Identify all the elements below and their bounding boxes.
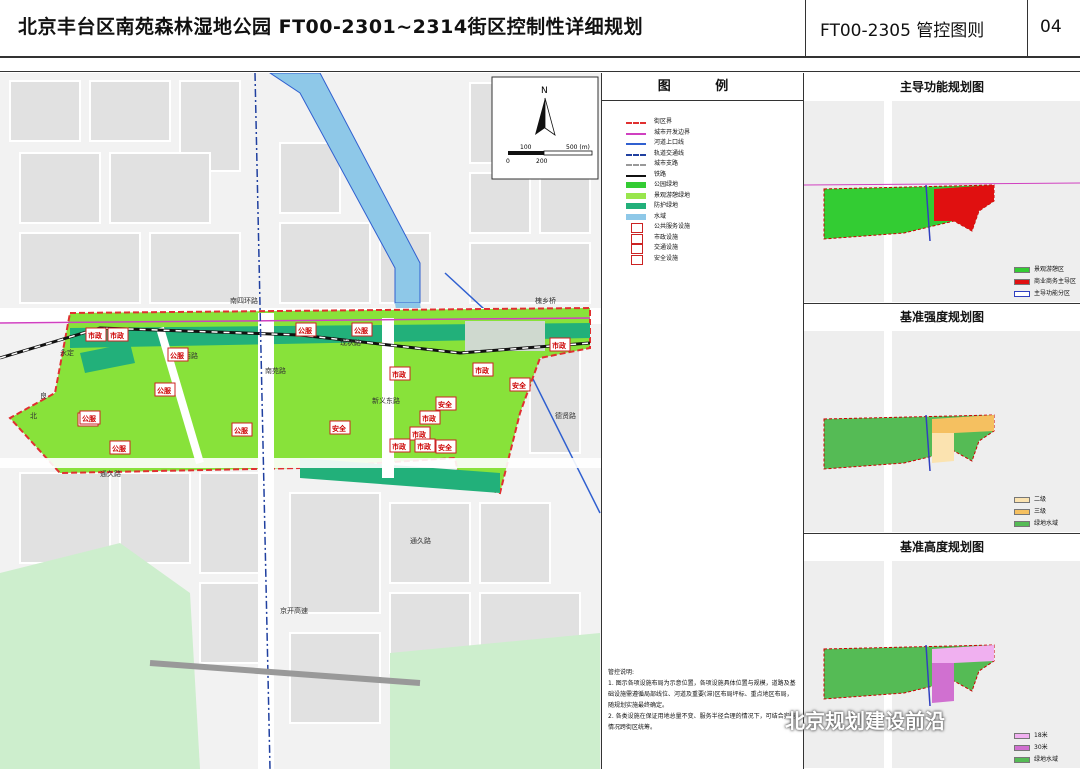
facility-label: 安全: [438, 443, 453, 452]
panel-title-intensity: 基准强度规划图: [804, 303, 1080, 332]
road-label-north: 北: [30, 412, 37, 420]
legend-label: 防护绿地: [654, 202, 679, 209]
scale-label-0: 0: [506, 158, 510, 165]
panel-intensity: 基准强度规划图 二级 三级 绿地水域: [804, 303, 1080, 534]
legend-label: 公共服务设施: [654, 223, 691, 230]
road-label-xinyi-east: 新义东路: [372, 396, 400, 405]
scale-label-500: 500 (m): [566, 144, 590, 151]
facility-label: 安全: [438, 400, 453, 409]
legend-label: 城市开发边界: [654, 128, 691, 136]
main-map[interactable]: N 100 500 (m) 0 200 南四环路 槐乡桥 现状路 通久路 通久路…: [0, 73, 602, 769]
legend-label: 交通设施: [654, 244, 679, 251]
notes-title: 管控说明:: [608, 669, 635, 676]
road-label-jingkai: 京开高速: [280, 606, 308, 615]
facility-label: 市政: [88, 331, 103, 340]
panel-map-main-function[interactable]: 景观游憩区 商业商务主导区 主导功能分区: [803, 101, 1080, 302]
header-sub-band: [0, 60, 1080, 72]
facility-label: 安全: [512, 381, 527, 390]
legend-swatch: [626, 213, 646, 220]
sheet-title: FT00-2305 管控图则: [820, 21, 985, 41]
road-label-linfeng: 现状路: [340, 338, 361, 347]
legend-panel: 图 例 街区界城市开发边界 河道上口线轨道交通线城市支路铁路公园绿地景观游憩绿地防…: [602, 73, 804, 769]
southeast-park-area: [390, 633, 600, 769]
legend-swatch: [626, 143, 646, 145]
road-label-tongjiu: 通久路: [410, 536, 431, 545]
road-label-bridge: 槐乡桥: [535, 296, 556, 305]
panel-title-height: 基准高度规划图: [804, 533, 1080, 562]
facility-label: 市政: [412, 430, 427, 439]
page-title: 北京丰台区南苑森林湿地公园 FT00-2301~2314街区控制性详细规划: [18, 16, 644, 38]
legend-heading: 图 例: [602, 73, 804, 101]
panel-title-main-function: 主导功能规划图: [804, 73, 1080, 102]
facility-label: 市政: [392, 442, 407, 451]
facility-label: 公服: [112, 444, 127, 453]
legend-label: 水域: [654, 212, 667, 220]
facility-label: 公服: [157, 386, 172, 395]
road-label-nanyuan: 南苑路: [265, 366, 286, 375]
tongjiu-road: [0, 458, 601, 468]
legend-label: 公园绿地: [654, 181, 679, 188]
watermark: 北京规划建设前沿: [785, 709, 945, 733]
facility-label: 公服: [170, 351, 185, 360]
road-label-tongjiu-west: 通久路: [100, 469, 121, 478]
facility-label: 市政: [422, 414, 437, 423]
legend-swatch: [631, 223, 643, 233]
legend-swatch: [626, 132, 646, 135]
legend-label: 安全设施: [654, 254, 679, 262]
legend-label: 市政设施: [654, 233, 679, 241]
facility-label: 公服: [354, 326, 369, 335]
scale-bar-black: [508, 151, 544, 155]
legend-label: 铁路: [654, 170, 667, 178]
legend-swatch: [626, 153, 646, 156]
legend-label: 轨道交通线: [654, 149, 685, 157]
panel-map-height[interactable]: 18米 30米 绿地水域: [804, 561, 1080, 768]
facility-label: 安全: [332, 424, 347, 433]
road-label-liang: 良: [40, 391, 47, 400]
road-label-dexian: 德贤路: [555, 411, 576, 420]
panel-map-intensity[interactable]: 二级 三级 绿地水域: [804, 331, 1080, 532]
facility-label: 公服: [82, 414, 97, 423]
page-number: 04: [1040, 17, 1062, 37]
legend-swatch: [631, 254, 643, 265]
notes-item-2: 2. 各类设施在保证用地总量不变、服务半径合理的情况下，可结合实施情况跨街区统筹…: [608, 713, 796, 731]
facility-label: 市政: [110, 331, 125, 340]
panel-main-function: 主导功能规划图 景观游憩区 商业商务主导区 主导功能分区: [803, 73, 1080, 304]
nanyuan-road: [258, 313, 274, 769]
facility-label: 市政: [552, 341, 567, 350]
road-label-yongding: 永定: [60, 348, 74, 357]
north-label: N: [541, 86, 548, 96]
legend-swatch: [626, 192, 646, 199]
legend-swatch: [626, 122, 646, 124]
road-label-south-ring: 南四环路: [230, 296, 258, 305]
notes-item-1: 1. 图示各项设施布局为示意位置，各项设施具体位置与规模，道路及基础设施需遵循局…: [608, 680, 796, 709]
legend-label: 景观游憩绿地: [654, 191, 691, 199]
facility-label: 公服: [234, 426, 249, 435]
legend-label: 城市支路: [654, 160, 679, 167]
legend-swatch: [626, 203, 646, 209]
legend-label: 街区界: [654, 118, 673, 125]
legend-swatch: [626, 174, 646, 177]
facility-label: 公服: [298, 326, 313, 335]
main-map-canvas[interactable]: N 100 500 (m) 0 200 南四环路 槐乡桥 现状路 通久路 通久路…: [0, 73, 602, 769]
legend-swatch: [631, 233, 643, 244]
legend-swatch: [631, 244, 643, 254]
facility-label: 市政: [417, 442, 432, 451]
legend-swatch: [626, 182, 646, 188]
scale-label-200: 200: [536, 158, 548, 165]
scale-bar-white: [543, 150, 593, 156]
facility-label: 市政: [392, 370, 407, 379]
legend-swatch: [626, 164, 646, 166]
facility-label: 市政: [475, 366, 490, 375]
scale-label-100: 100: [520, 144, 532, 151]
legend-label: 河道上口线: [654, 139, 685, 146]
control-notes: 管控说明: 1. 图示各项设施布局为示意位置，各项设施具体位置与规模，道路及基础…: [608, 667, 798, 733]
